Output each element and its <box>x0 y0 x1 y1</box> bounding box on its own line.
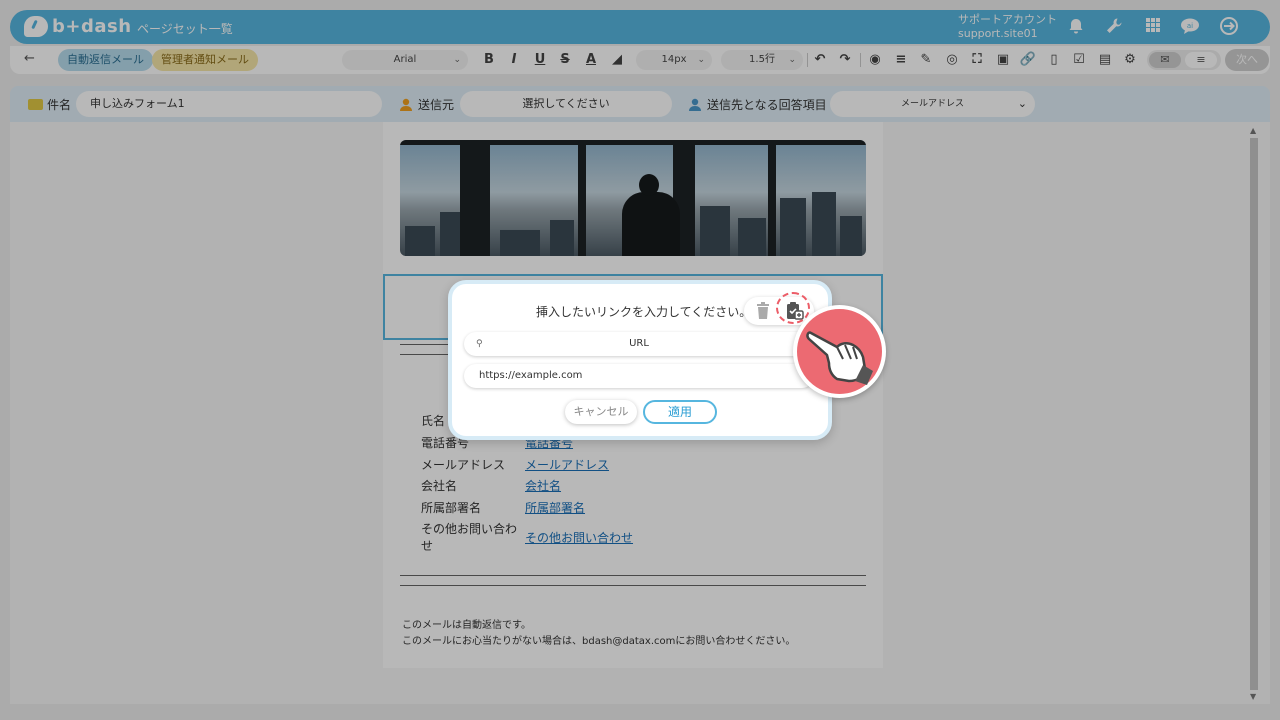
search-icon: ⚲ <box>476 339 483 349</box>
trash-icon[interactable] <box>756 302 770 320</box>
url-input-value: https://example.com <box>479 370 583 381</box>
insert-link-dialog: 挿入したいリンクを入力してください。 ⚲ URL https://example… <box>448 280 832 440</box>
dialog-title: 挿入したいリンクを入力してください。 <box>536 305 752 319</box>
url-search-placeholder: URL <box>629 338 649 349</box>
url-search-input[interactable]: ⚲ URL <box>464 332 814 356</box>
cancel-button[interactable]: キャンセル <box>565 400 637 424</box>
pointing-hand-icon <box>793 305 886 398</box>
url-input[interactable]: https://example.com <box>464 364 814 388</box>
apply-button[interactable]: 適用 <box>643 400 717 424</box>
